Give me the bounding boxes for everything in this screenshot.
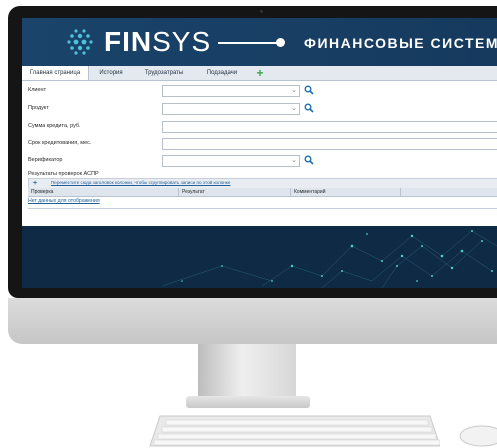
brand-name-bold: FIN: [104, 26, 153, 57]
tab-bar: Главная страница История Трудозатраты По…: [22, 66, 497, 81]
term-label: Срок кредитования, мес.: [28, 140, 92, 146]
product-label: Продукт: [28, 105, 49, 111]
tab-home[interactable]: Главная страница: [22, 66, 89, 80]
grid-border: [28, 208, 497, 209]
amount-label: Сумма кредита, руб.: [28, 123, 81, 129]
brand-subtitle: ФИНАНСОВЫЕ СИСТЕМЫ: [304, 35, 497, 51]
tab-history[interactable]: История: [89, 66, 133, 80]
term-row: Срок кредитования, мес.: [22, 138, 497, 150]
amount-input[interactable]: [162, 121, 497, 133]
product-select[interactable]: ⌄: [162, 103, 300, 115]
expand-icon[interactable]: +: [33, 179, 37, 188]
search-icon[interactable]: [304, 85, 314, 95]
logo-mark-icon: [67, 29, 93, 55]
verifier-select[interactable]: ⌄: [162, 155, 300, 167]
grid-caption: Результаты проверок АСПР: [28, 171, 99, 177]
app-panel: Главная страница История Трудозатраты По…: [22, 66, 497, 226]
chevron-down-icon[interactable]: ⌄: [291, 104, 297, 114]
amount-row: Сумма кредита, руб.: [22, 121, 497, 133]
brand-divider-line: [218, 42, 278, 44]
keyboard: [149, 415, 440, 447]
screen: FINSYS ФИНАНСОВЫЕ СИСТЕМЫ Главная страни…: [22, 18, 497, 288]
column-separator[interactable]: [290, 188, 291, 196]
product-row: Продукт ⌄: [22, 103, 497, 115]
verifier-row: Верификатор ⌄: [22, 155, 497, 167]
tab-labor[interactable]: Трудозатраты: [134, 66, 194, 80]
brand-name-thin: SYS: [152, 26, 212, 57]
add-tab-icon[interactable]: +: [254, 67, 266, 79]
monitor-chin: [8, 298, 497, 344]
verifier-label: Верификатор: [28, 157, 63, 163]
network-background: [22, 226, 497, 288]
grid-header: Проверка Результат Комментарий: [28, 188, 497, 197]
column-header-comment[interactable]: Комментарий: [294, 189, 326, 195]
group-hint-text: Переместите сюда заголовок колонки, чтоб…: [51, 180, 231, 185]
monitor-stand: [198, 344, 296, 402]
term-input[interactable]: [162, 138, 497, 150]
column-header-result[interactable]: Результат: [182, 189, 205, 195]
search-icon[interactable]: [304, 155, 314, 165]
camera-icon: [260, 10, 263, 13]
chevron-down-icon[interactable]: ⌄: [291, 86, 297, 96]
tab-subtasks[interactable]: Подзадачи: [196, 66, 248, 80]
client-row: Клиент ⌄: [22, 85, 497, 97]
client-select[interactable]: ⌄: [162, 85, 300, 97]
app-header: FINSYS ФИНАНСОВЫЕ СИСТЕМЫ: [22, 18, 497, 66]
grid-empty-text: Нет данных для отображения: [28, 198, 100, 204]
column-separator[interactable]: [400, 188, 401, 196]
column-separator[interactable]: [178, 188, 179, 196]
brand-logo-text: FINSYS: [104, 26, 211, 58]
monitor-stand-base: [186, 396, 310, 408]
search-icon[interactable]: [304, 103, 314, 113]
chevron-down-icon[interactable]: ⌄: [291, 156, 297, 166]
mouse: [459, 425, 497, 447]
client-label: Клиент: [28, 87, 47, 93]
brand-divider-dot: [276, 38, 285, 47]
column-header-check[interactable]: Проверка: [31, 189, 53, 195]
